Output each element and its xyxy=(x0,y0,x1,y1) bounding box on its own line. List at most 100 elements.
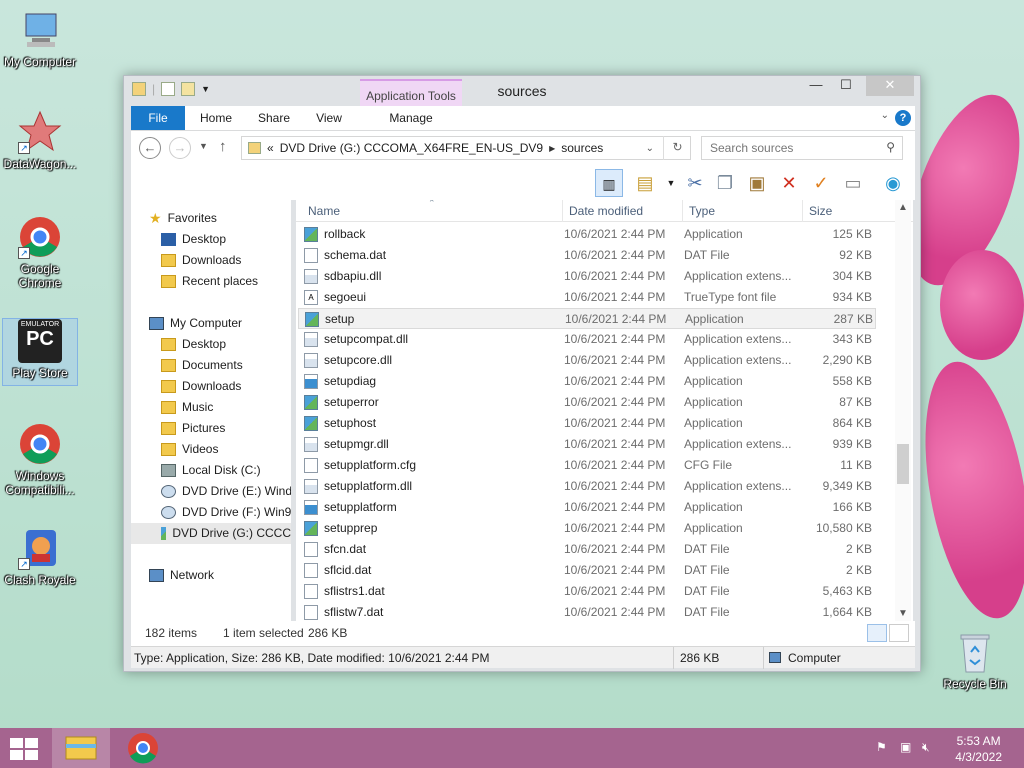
address-bar[interactable]: « DVD Drive (G:) CCCOMA_X64FRE_EN-US_DV9… xyxy=(241,136,691,160)
nav-item-music[interactable]: Music xyxy=(161,397,213,418)
nav-item-dvd-g[interactable]: DVD Drive (G:) CCCC xyxy=(131,523,291,544)
nav-label: DVD Drive (G:) CCCC xyxy=(172,526,291,540)
scroll-up-icon[interactable]: ▲ xyxy=(895,202,911,213)
folder-icon xyxy=(161,422,176,435)
file-row[interactable]: setupplatform 10/6/2021 2:44 PM Applicatio… xyxy=(298,497,876,518)
details-info: Type: Application, Size: 286 KB, Date mo… xyxy=(134,651,490,665)
file-row[interactable]: setupprep 10/6/2021 2:44 PM Application 10,… xyxy=(298,518,876,539)
nav-network[interactable]: Network xyxy=(149,565,214,586)
file-row[interactable]: schema.dat 10/6/2021 2:44 PM DAT File 92 KB xyxy=(298,245,876,266)
nav-item-recent-places[interactable]: Recent places xyxy=(161,271,258,292)
file-row[interactable]: setupdiag 10/6/2021 2:44 PM Application 558… xyxy=(298,371,876,392)
desktop-icon-google-chrome[interactable]: ↗ Google Chrome xyxy=(2,215,78,290)
rename-icon[interactable]: ▭ xyxy=(839,169,867,197)
minimize-button[interactable]: — xyxy=(802,76,830,96)
file-row[interactable]: setuphost 10/6/2021 2:44 PM Application 864… xyxy=(298,413,876,434)
search-input[interactable]: Search sources ⚲ xyxy=(701,136,903,160)
title-bar[interactable]: | ▼ sources — ☐ ✕ xyxy=(124,76,920,106)
breadcrumb-chevron-icon[interactable]: ▶ xyxy=(549,144,555,153)
desktop-icon-datawagon[interactable]: ↗ DataWagon... xyxy=(2,110,78,171)
paste-icon[interactable]: ▣ xyxy=(743,169,771,197)
up-button[interactable]: ↑ xyxy=(219,138,227,155)
network-tray-icon[interactable]: ▣ xyxy=(900,740,911,754)
desktop-icon-play-store[interactable]: EMULATOR PC Play Store xyxy=(2,318,78,386)
nav-item-downloads[interactable]: Downloads xyxy=(161,376,241,397)
large-icons-view-icon[interactable] xyxy=(889,624,909,642)
volume-muted-icon[interactable]: 🔇︎ xyxy=(922,740,930,755)
copy-icon[interactable]: ❐ xyxy=(711,169,739,197)
column-size[interactable]: Size xyxy=(809,204,832,218)
file-row[interactable]: sflistrs1.dat 10/6/2021 2:44 PM DAT File 5,… xyxy=(298,581,876,602)
close-button[interactable]: ✕ xyxy=(866,76,914,96)
nav-item-pictures[interactable]: Pictures xyxy=(161,418,225,439)
move-to-icon[interactable]: ▤ xyxy=(631,169,659,197)
file-row[interactable]: setupplatform.dll 10/6/2021 2:44 PM Applic… xyxy=(298,476,876,497)
file-row[interactable]: setupcompat.dll 10/6/2021 2:44 PM Applicat… xyxy=(298,329,876,350)
vertical-scrollbar[interactable]: ▲ ▼ xyxy=(895,200,911,621)
file-row[interactable]: sflcid.dat 10/6/2021 2:44 PM DAT File 2 KB xyxy=(298,560,876,581)
file-row[interactable]: setupplatform.cfg 10/6/2021 2:44 PM CFG Fi… xyxy=(298,455,876,476)
tab-share[interactable]: Share xyxy=(249,106,299,130)
file-row[interactable]: Asegoeui 10/6/2021 2:44 PM TrueType font f… xyxy=(298,287,876,308)
file-size: 304 KB xyxy=(832,269,872,283)
action-center-flag-icon[interactable]: ⚑ xyxy=(876,740,887,754)
file-row[interactable]: setuperror 10/6/2021 2:44 PM Application 87… xyxy=(298,392,876,413)
nav-favorites[interactable]: ★ Favorites xyxy=(149,208,217,229)
column-type[interactable]: Type xyxy=(689,204,715,218)
scroll-down-icon[interactable]: ▼ xyxy=(895,608,911,619)
file-file-icon xyxy=(304,563,318,578)
windows-start-icon[interactable] xyxy=(10,738,38,760)
refresh-icon[interactable]: ↻ xyxy=(663,136,691,160)
file-row[interactable]: rollback 10/6/2021 2:44 PM Application 125 … xyxy=(298,224,876,245)
forward-button[interactable]: → xyxy=(169,137,191,159)
tab-file[interactable]: File xyxy=(131,106,185,130)
nav-item-documents[interactable]: Documents xyxy=(161,355,243,376)
file-row[interactable]: setup 10/6/2021 2:44 PM Application 287 KB xyxy=(298,308,876,329)
column-divider[interactable] xyxy=(802,200,803,222)
tab-view[interactable]: View xyxy=(307,106,351,130)
nav-item-desktop[interactable]: Desktop xyxy=(161,229,226,250)
file-row[interactable]: sfcn.dat 10/6/2021 2:44 PM DAT File 2 KB xyxy=(298,539,876,560)
column-date[interactable]: Date modified xyxy=(569,204,643,218)
tab-manage[interactable]: Manage xyxy=(360,106,462,130)
column-divider[interactable] xyxy=(682,200,683,222)
file-row[interactable]: sflistw7.dat 10/6/2021 2:44 PM DAT File 1,6… xyxy=(298,602,876,621)
scrollbar-thumb[interactable] xyxy=(897,444,909,484)
desktop-icon-my-computer[interactable]: My Computer xyxy=(2,8,78,69)
expand-ribbon-icon[interactable]: ⌄ xyxy=(881,110,889,121)
delete-icon[interactable]: ✕ xyxy=(775,169,803,197)
check-icon[interactable]: ✓ xyxy=(807,169,835,197)
desktop-icon-windows-compat[interactable]: Windows Compatibili... xyxy=(2,422,78,497)
file-row[interactable]: setupmgr.dll 10/6/2021 2:44 PM Application… xyxy=(298,434,876,455)
nav-item-dvd-f[interactable]: DVD Drive (F:) Win98 xyxy=(161,502,291,523)
breadcrumb-drive[interactable]: DVD Drive (G:) CCCOMA_X64FRE_EN-US_DV9 xyxy=(280,141,543,155)
nav-item-local-disk-c[interactable]: Local Disk (C:) xyxy=(161,460,261,481)
nav-item-desktop[interactable]: Desktop xyxy=(161,334,226,355)
back-button[interactable]: ← xyxy=(139,137,161,159)
address-overflow[interactable]: « xyxy=(267,141,274,155)
help-icon[interactable]: ? xyxy=(895,110,911,126)
maximize-button[interactable]: ☐ xyxy=(832,76,860,96)
column-name[interactable]: Name xyxy=(308,204,340,218)
preview-pane-icon[interactable]: ▥ xyxy=(595,169,623,197)
details-view-icon[interactable] xyxy=(867,624,887,642)
desktop-icon-clash-royale[interactable]: ↗ Clash Royale xyxy=(2,526,78,587)
file-row[interactable]: sdbapiu.dll 10/6/2021 2:44 PM Application … xyxy=(298,266,876,287)
desktop-icon-recycle-bin[interactable]: Recycle Bin xyxy=(937,630,1013,691)
column-divider[interactable] xyxy=(562,200,563,222)
taskbar-chrome[interactable] xyxy=(114,728,172,768)
file-row[interactable]: setupcore.dll 10/6/2021 2:44 PM Applicatio… xyxy=(298,350,876,371)
nav-item-downloads[interactable]: Downloads xyxy=(161,250,241,271)
nav-item-videos[interactable]: Videos xyxy=(161,439,218,460)
clock[interactable]: 5:53 AM 4/3/2022 xyxy=(955,733,1002,765)
address-dropdown-icon[interactable]: ⌄ xyxy=(646,143,654,154)
nav-item-dvd-e[interactable]: DVD Drive (E:) Windo xyxy=(161,481,291,502)
cut-icon[interactable]: ✂ xyxy=(681,169,709,197)
breadcrumb-sources[interactable]: sources xyxy=(561,141,603,155)
tab-home[interactable]: Home xyxy=(191,106,241,130)
globe-icon[interactable]: ◉ xyxy=(879,169,907,197)
taskbar-file-explorer[interactable] xyxy=(52,728,110,768)
file-size: 166 KB xyxy=(832,500,872,514)
recent-locations-icon[interactable]: ▼ xyxy=(199,141,208,151)
nav-my-computer[interactable]: My Computer xyxy=(149,313,242,334)
